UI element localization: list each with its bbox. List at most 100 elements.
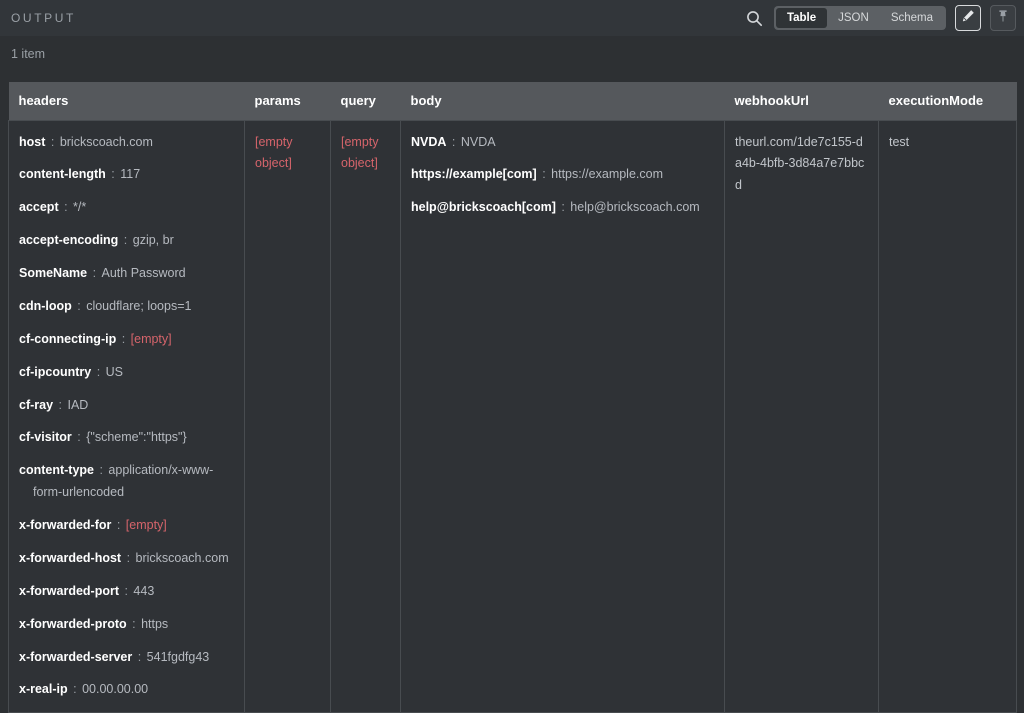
header-key: cf-connecting-ip	[19, 332, 116, 346]
column-header-query[interactable]: query	[331, 82, 401, 120]
kv-separator: :	[94, 463, 108, 477]
body-value: NVDA	[461, 135, 496, 149]
header-value: [empty]	[131, 332, 172, 346]
kv-separator: :	[53, 398, 67, 412]
header-entry: accept-encoding : gzip, br	[19, 230, 234, 252]
column-header-webhookurl[interactable]: webhookUrl	[725, 82, 879, 120]
kv-separator: :	[119, 584, 133, 598]
header-value: IAD	[67, 398, 88, 412]
header-entry: content-type : application/x-www-form-ur…	[19, 460, 234, 504]
header-entry: content-length : 117	[19, 164, 234, 186]
output-table-container: headers params query body webhookUrl exe…	[8, 82, 1016, 606]
body-list: NVDA : NVDA https://example[com] : https:…	[411, 132, 714, 220]
kv-separator: :	[111, 518, 125, 532]
table-row: host : brickscoach.com content-length : 1…	[9, 120, 1017, 713]
cell-body[interactable]: NVDA : NVDA https://example[com] : https:…	[401, 120, 725, 713]
kv-separator: :	[45, 135, 59, 149]
header-value: https	[141, 617, 168, 631]
kv-separator: :	[116, 332, 130, 346]
header-entry: host : brickscoach.com	[19, 132, 234, 154]
header-value: 443	[133, 584, 154, 598]
column-header-params[interactable]: params	[245, 82, 331, 120]
cell-headers[interactable]: host : brickscoach.com content-length : 1…	[9, 120, 245, 713]
executionmode-value: test	[889, 132, 1006, 154]
header-key: x-forwarded-host	[19, 551, 121, 565]
body-key: https://example[com]	[411, 167, 537, 181]
output-panel-header: OUTPUT Table JSON Schema	[0, 0, 1024, 36]
kv-separator: :	[87, 266, 101, 280]
table-header-row: headers params query body webhookUrl exe…	[9, 82, 1017, 120]
header-key: cf-visitor	[19, 430, 72, 444]
kv-separator: :	[72, 299, 86, 313]
header-entry: cf-visitor : {"scheme":"https"}	[19, 427, 234, 449]
kv-separator: :	[537, 167, 551, 181]
header-entry: x-forwarded-server : 541fgdfg43	[19, 647, 234, 669]
pin-output-button[interactable]	[990, 5, 1016, 31]
column-header-body[interactable]: body	[401, 82, 725, 120]
body-value: help@brickscoach.com	[570, 200, 699, 214]
header-value: {"scheme":"https"}	[86, 430, 186, 444]
body-value: https://example.com	[551, 167, 663, 181]
kv-separator: :	[118, 233, 132, 247]
cell-executionmode[interactable]: test	[879, 120, 1017, 713]
header-key: x-forwarded-server	[19, 650, 132, 664]
header-entry: cf-ray : IAD	[19, 395, 234, 417]
kv-separator: :	[72, 430, 86, 444]
query-value: [empty object]	[341, 132, 390, 176]
params-value: [empty object]	[255, 132, 320, 176]
header-key: x-real-ip	[19, 682, 68, 696]
kv-separator: :	[68, 682, 82, 696]
cell-query[interactable]: [empty object]	[331, 120, 401, 713]
table-body: host : brickscoach.com content-length : 1…	[9, 120, 1017, 713]
kv-separator: :	[556, 200, 570, 214]
header-key: SomeName	[19, 266, 87, 280]
header-key: x-forwarded-proto	[19, 617, 127, 631]
header-entry: cf-connecting-ip : [empty]	[19, 329, 234, 351]
output-table: headers params query body webhookUrl exe…	[8, 82, 1017, 713]
header-entry: cdn-loop : cloudflare; loops=1	[19, 296, 234, 318]
header-value: gzip, br	[133, 233, 174, 247]
header-value: */*	[73, 200, 86, 214]
column-header-executionmode[interactable]: executionMode	[879, 82, 1017, 120]
search-icon[interactable]	[745, 8, 765, 28]
header-key: host	[19, 135, 45, 149]
header-value: cloudflare; loops=1	[86, 299, 191, 313]
header-key: content-type	[19, 463, 94, 477]
kv-separator: :	[91, 365, 105, 379]
header-key: accept	[19, 200, 59, 214]
kv-separator: :	[446, 135, 460, 149]
panel-title: OUTPUT	[11, 11, 76, 25]
edit-output-button[interactable]	[955, 5, 981, 31]
tab-table[interactable]: Table	[776, 8, 827, 28]
header-key: x-forwarded-port	[19, 584, 119, 598]
header-value: brickscoach.com	[136, 551, 229, 565]
body-key: help@brickscoach[com]	[411, 200, 556, 214]
header-value: 117	[120, 167, 140, 181]
pin-icon	[996, 9, 1010, 28]
view-mode-toggle[interactable]: Table JSON Schema	[774, 6, 946, 30]
item-count-label: 1 item	[11, 47, 45, 61]
header-value: Auth Password	[102, 266, 186, 280]
header-entry: x-forwarded-for : [empty]	[19, 515, 234, 537]
pencil-icon	[961, 9, 975, 28]
cell-webhookurl[interactable]: theurl.com/1de7c155-da4b-4bfb-3d84a7e7bb…	[725, 120, 879, 713]
kv-separator: :	[121, 551, 135, 565]
kv-separator: :	[59, 200, 73, 214]
header-value: 00.00.00.00	[82, 682, 148, 696]
header-value: brickscoach.com	[60, 135, 153, 149]
tab-schema[interactable]: Schema	[880, 8, 944, 28]
header-entry: x-forwarded-port : 443	[19, 581, 234, 603]
tab-json[interactable]: JSON	[827, 8, 880, 28]
column-header-headers[interactable]: headers	[9, 82, 245, 120]
header-list: host : brickscoach.com content-length : 1…	[19, 132, 234, 702]
header-key: cf-ipcountry	[19, 365, 91, 379]
header-entry: cf-ipcountry : US	[19, 362, 234, 384]
header-value: [empty]	[126, 518, 167, 532]
kv-separator: :	[127, 617, 141, 631]
header-entry: SomeName : Auth Password	[19, 263, 234, 285]
cell-params[interactable]: [empty object]	[245, 120, 331, 713]
webhookurl-value: theurl.com/1de7c155-da4b-4bfb-3d84a7e7bb…	[735, 132, 868, 198]
body-entry: NVDA : NVDA	[411, 132, 714, 154]
kv-separator: :	[106, 167, 120, 181]
header-entry: x-real-ip : 00.00.00.00	[19, 679, 234, 701]
